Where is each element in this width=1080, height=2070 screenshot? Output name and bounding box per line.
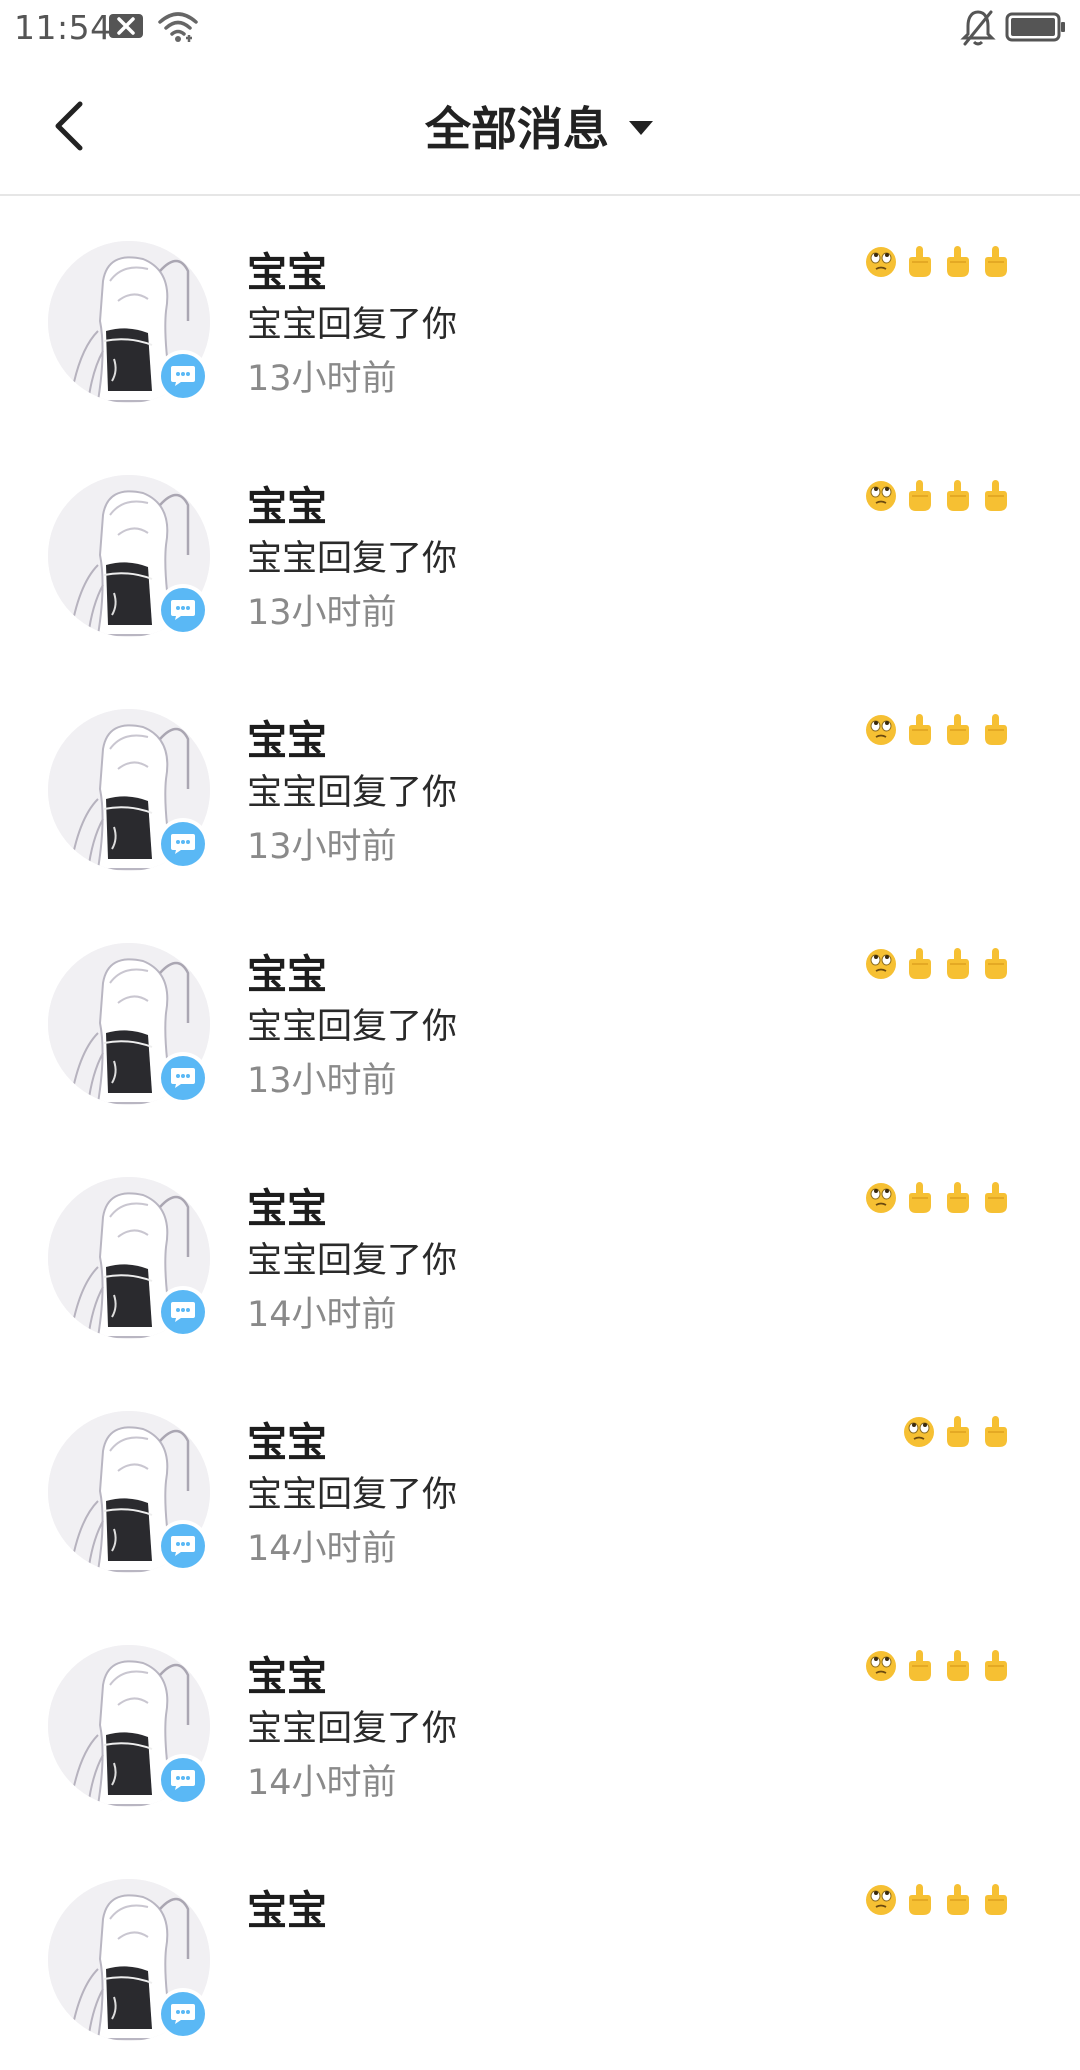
- raised-finger-emoji-icon: [985, 948, 1007, 979]
- message-badge: [157, 1520, 209, 1572]
- eye-roll-emoji-icon: [866, 1183, 896, 1213]
- message-row[interactable]: 宝宝: [0, 1836, 1080, 2070]
- reaction-emojis: [864, 946, 1012, 982]
- chat-bubble-icon: [171, 834, 195, 854]
- message-badge: [157, 1286, 209, 1338]
- raised-finger-emoji-icon: [947, 948, 969, 979]
- message-badge: [157, 350, 209, 402]
- raised-finger-emoji-icon: [985, 1884, 1007, 1915]
- message-row[interactable]: 宝宝 宝宝回复了你 14小时前: [0, 1602, 1080, 1836]
- message-time: 13小时前: [247, 359, 397, 399]
- page-title: 全部消息: [425, 102, 609, 156]
- sender-name: 宝宝: [247, 1186, 327, 1232]
- raised-finger-emoji-icon: [909, 246, 931, 277]
- message-row[interactable]: 宝宝 宝宝回复了你 13小时前: [0, 198, 1080, 432]
- raised-finger-emoji-icon: [947, 714, 969, 745]
- raised-finger-emoji-icon: [909, 1650, 931, 1681]
- message-row[interactable]: 宝宝 宝宝回复了你 13小时前: [0, 900, 1080, 1134]
- reaction-emojis: [864, 1882, 1012, 1918]
- sender-name: 宝宝: [247, 484, 327, 530]
- message-badge: [157, 818, 209, 870]
- message-time: 14小时前: [247, 1295, 397, 1335]
- raised-finger-emoji-icon: [985, 1416, 1007, 1447]
- eye-roll-emoji-icon: [866, 715, 896, 745]
- raised-finger-emoji-icon: [985, 480, 1007, 511]
- raised-finger-emoji-icon: [909, 1884, 931, 1915]
- reaction-emojis: [902, 1414, 1012, 1450]
- reaction-emojis: [864, 1648, 1012, 1684]
- message-row[interactable]: 宝宝 宝宝回复了你 14小时前: [0, 1134, 1080, 1368]
- message-badge: [157, 584, 209, 636]
- sender-name: 宝宝: [247, 718, 327, 764]
- raised-finger-emoji-icon: [909, 480, 931, 511]
- notification-x-icon: [109, 14, 143, 38]
- chat-bubble-icon: [171, 1770, 195, 1790]
- eye-roll-emoji-icon: [866, 1885, 896, 1915]
- sender-name: 宝宝: [247, 1420, 327, 1466]
- chat-bubble-icon: [171, 1536, 195, 1556]
- title-dropdown[interactable]: 全部消息: [0, 94, 1080, 158]
- chat-bubble-icon: [171, 1302, 195, 1322]
- wifi-icon: [158, 12, 198, 42]
- message-badge: [157, 1754, 209, 1806]
- eye-roll-emoji-icon: [904, 1417, 934, 1447]
- eye-roll-emoji-icon: [866, 247, 896, 277]
- message-time: 13小时前: [247, 1061, 397, 1101]
- message-time: 14小时前: [247, 1763, 397, 1803]
- battery-icon: [1005, 12, 1065, 42]
- chat-bubble-icon: [171, 1068, 195, 1088]
- message-text: 宝宝回复了你: [247, 539, 458, 579]
- raised-finger-emoji-icon: [947, 1182, 969, 1213]
- message-time: 14小时前: [247, 1529, 397, 1569]
- raised-finger-emoji-icon: [985, 714, 1007, 745]
- eye-roll-emoji-icon: [866, 1651, 896, 1681]
- message-text: 宝宝回复了你: [247, 773, 458, 813]
- status-time: 11:54: [14, 8, 112, 47]
- message-text: 宝宝回复了你: [247, 1475, 458, 1515]
- message-row[interactable]: 宝宝 宝宝回复了你 13小时前: [0, 432, 1080, 666]
- sender-name: 宝宝: [247, 250, 327, 296]
- raised-finger-emoji-icon: [947, 246, 969, 277]
- chat-bubble-icon: [171, 2004, 195, 2024]
- raised-finger-emoji-icon: [909, 948, 931, 979]
- raised-finger-emoji-icon: [947, 1650, 969, 1681]
- message-row[interactable]: 宝宝 宝宝回复了你 13小时前: [0, 666, 1080, 900]
- reaction-emojis: [864, 244, 1012, 280]
- raised-finger-emoji-icon: [947, 480, 969, 511]
- chat-bubble-icon: [171, 600, 195, 620]
- sender-name: 宝宝: [247, 1654, 327, 1700]
- bell-muted-icon: [960, 10, 996, 46]
- raised-finger-emoji-icon: [985, 1650, 1007, 1681]
- reaction-emojis: [864, 712, 1012, 748]
- message-row[interactable]: 宝宝 宝宝回复了你 14小时前: [0, 1368, 1080, 1602]
- message-badge: [157, 1052, 209, 1104]
- message-text: 宝宝回复了你: [247, 1241, 458, 1281]
- message-time: 13小时前: [247, 827, 397, 867]
- status-bar: 11:54: [0, 0, 1080, 56]
- raised-finger-emoji-icon: [909, 714, 931, 745]
- raised-finger-emoji-icon: [909, 1182, 931, 1213]
- raised-finger-emoji-icon: [947, 1416, 969, 1447]
- message-time: 13小时前: [247, 593, 397, 633]
- raised-finger-emoji-icon: [947, 1884, 969, 1915]
- chat-bubble-icon: [171, 366, 195, 386]
- raised-finger-emoji-icon: [985, 246, 1007, 277]
- sender-name: 宝宝: [247, 952, 327, 998]
- caret-down-icon: [629, 121, 653, 135]
- reaction-emojis: [864, 478, 1012, 514]
- message-badge: [157, 1988, 209, 2040]
- reaction-emojis: [864, 1180, 1012, 1216]
- header: 全部消息: [0, 56, 1080, 196]
- message-text: 宝宝回复了你: [247, 1709, 458, 1749]
- sender-name: 宝宝: [247, 1888, 327, 1934]
- eye-roll-emoji-icon: [866, 481, 896, 511]
- message-text: 宝宝回复了你: [247, 1007, 458, 1047]
- message-text: 宝宝回复了你: [247, 305, 458, 345]
- eye-roll-emoji-icon: [866, 949, 896, 979]
- raised-finger-emoji-icon: [985, 1182, 1007, 1213]
- message-list: 宝宝 宝宝回复了你 13小时前 宝宝 宝宝回复了你 13小时前 宝宝 宝宝回复了…: [0, 198, 1080, 2070]
